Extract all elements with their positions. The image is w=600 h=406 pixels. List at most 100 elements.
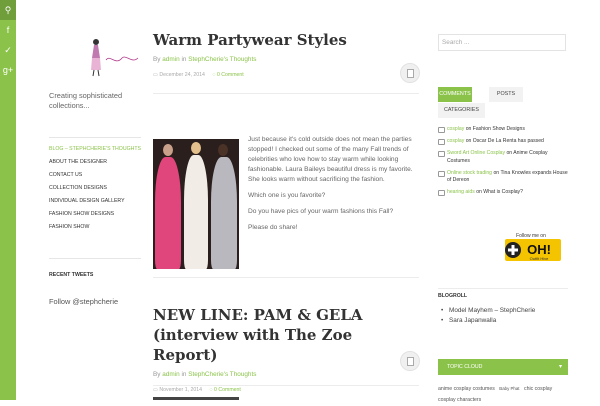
post-paragraph: Which one is you favorite? — [248, 192, 326, 199]
category-link[interactable]: StephCherie's Thoughts — [188, 56, 256, 63]
comment-bubble-icon — [438, 190, 445, 197]
comment-post-link[interactable]: What is Cosplay? — [483, 189, 523, 195]
post-card: Warm Partywear Styles By admin in StephC… — [153, 31, 420, 281]
calendar-icon: ▭ — [153, 387, 158, 393]
tag-cloud: anime cosplay costumes Baby Phat chic co… — [438, 383, 568, 406]
post-date: November 1, 2014 — [159, 387, 203, 393]
facebook-icon[interactable]: f — [0, 20, 16, 40]
comment-bubble-icon — [438, 139, 445, 146]
list-item: Sword Art Online Cosplay on Anime Cospla… — [438, 150, 568, 164]
comment-bubble-icon — [438, 170, 445, 177]
badge-logo-text: OH! — [527, 242, 551, 257]
nav-item-about[interactable]: ABOUT THE DESIGNER — [49, 159, 141, 166]
byline-by: By — [153, 371, 161, 378]
post-meta: ▭ December 24, 2014 ◌ 0 Comment — [153, 72, 419, 78]
divider — [438, 288, 568, 289]
byline-by: By — [153, 56, 161, 63]
recent-comments-list: cosplay on Fashion Show Designs cosplay … — [438, 126, 568, 201]
nav-item-contact[interactable]: CONTACT US — [49, 172, 141, 179]
list-item: cosplay on Oscar De La Renta has passed — [438, 138, 568, 146]
byline-in: in — [181, 371, 187, 378]
category-link[interactable]: StephCherie's Thoughts — [188, 371, 256, 378]
comment-count: 0 Comment — [216, 72, 244, 78]
social-rail: ⚲ f ✓ g+ — [0, 0, 16, 400]
post-byline: By admin in StephCherie's Thoughts — [153, 371, 419, 378]
chevron-down-icon: ▾ — [558, 364, 562, 370]
badge-sub-text: Outfit Hive — [530, 256, 549, 261]
calendar-icon: ▭ — [153, 72, 158, 78]
post-excerpt: Just because it's cold outside does not … — [248, 135, 418, 239]
on-label: on — [506, 150, 513, 157]
on-label: on — [465, 138, 472, 145]
post-paragraph: Do you have pics of your warm fashions t… — [248, 208, 394, 215]
post-title[interactable]: Warm Partywear Styles — [153, 31, 419, 50]
post-byline: By admin in StephCherie's Thoughts — [153, 56, 419, 63]
on-label: on — [465, 126, 472, 132]
nav-item-collection-designs[interactable]: COLLECTION DESIGNS — [49, 185, 141, 192]
tag-link[interactable]: chic cosplay — [524, 386, 552, 392]
post-format-icon — [400, 63, 420, 83]
tab-categories[interactable]: CATEGORIES — [438, 103, 485, 118]
divider — [153, 385, 419, 386]
tag-link[interactable]: cosplay characters — [438, 397, 481, 403]
follow-twitter-link[interactable]: Follow @stephcherie — [49, 297, 118, 306]
google-plus-icon[interactable]: g+ — [0, 60, 16, 80]
twitter-icon[interactable]: ✓ — [0, 40, 16, 60]
site-logo[interactable] — [80, 36, 140, 78]
topic-cloud-header[interactable]: TOPIC CLOUD ▾ — [438, 359, 568, 375]
divider — [153, 93, 419, 94]
comment-author-link[interactable]: hearing aids — [447, 189, 475, 195]
main-nav: BLOG – STEPHCHERIE'S THOUGHTS ABOUT THE … — [49, 146, 141, 237]
comment-bubble-icon — [438, 127, 445, 133]
comment-icon: ◌ — [212, 72, 216, 78]
post-image[interactable] — [153, 139, 239, 269]
blogroll-list: Model Mayhem – StephCherie Sara Japanwal… — [438, 306, 569, 326]
post-title[interactable]: NEW LINE: PAM & GELA (interview with The… — [153, 305, 419, 365]
comment-author-link[interactable]: cosplay — [447, 126, 464, 132]
outfit-hive-badge[interactable]: Follow me on OH! Outfit Hive — [491, 232, 571, 262]
site-tagline: Creating sophisticated collections... — [49, 91, 123, 110]
byline-in: in — [181, 56, 187, 63]
tag-link[interactable]: anime cosplay costumes — [438, 386, 495, 392]
list-item: hearing aids on What is Cosplay? — [438, 189, 568, 197]
topic-cloud-title: TOPIC CLOUD — [447, 364, 483, 370]
tab-posts[interactable]: POSTS — [489, 87, 523, 102]
comment-author-link[interactable]: Online stock trading — [447, 170, 492, 176]
comments-link[interactable]: ◌ 0 Comment — [210, 387, 241, 393]
comment-bubble-icon — [438, 151, 445, 158]
on-label: on — [476, 189, 482, 196]
author-link[interactable]: admin — [162, 371, 179, 378]
nav-item-fashion-show[interactable]: FASHION SHOW — [49, 224, 141, 231]
divider — [153, 277, 419, 278]
search-icon[interactable]: ⚲ — [0, 0, 16, 20]
list-item: cosplay on Fashion Show Designs — [438, 126, 568, 133]
divider — [49, 258, 141, 259]
badge-top-text: Follow me on — [516, 233, 546, 239]
on-label: on — [493, 169, 500, 176]
nav-item-design-gallery[interactable]: INDIVIDUAL DESIGN GALLERY — [49, 198, 141, 205]
post-paragraph: Just because it's cold outside does not … — [248, 136, 413, 183]
nav-item-fashion-show-designs[interactable]: FASHION SHOW DESIGNS — [49, 211, 141, 218]
recent-tweets-title: RECENT TWEETS — [49, 272, 94, 278]
comment-icon: ◌ — [209, 387, 213, 393]
comment-author-link[interactable]: Sword Art Online Cosplay — [447, 150, 505, 156]
tag-link[interactable]: Baby Phat — [499, 386, 519, 391]
post-meta: ▭ November 1, 2014 ◌ 0 Comment — [153, 387, 419, 393]
search-input[interactable]: Search ... — [438, 34, 566, 51]
divider — [49, 137, 141, 138]
post-date: December 24, 2014 — [159, 72, 205, 78]
blogroll-link[interactable]: Sara Japanwalla — [441, 316, 569, 326]
post-card: NEW LINE: PAM & GELA (interview with The… — [153, 305, 420, 400]
nav-item-blog[interactable]: BLOG – STEPHCHERIE'S THOUGHTS — [49, 146, 141, 153]
post-format-icon — [400, 351, 420, 371]
comment-author-link[interactable]: cosplay — [447, 138, 464, 144]
author-link[interactable]: admin — [162, 56, 179, 63]
comments-link[interactable]: ◌ 0 Comment — [212, 72, 243, 78]
tab-comments[interactable]: COMMENTS — [438, 87, 472, 102]
comment-post-link[interactable]: Fashion Show Designs — [473, 126, 525, 132]
list-item: Online stock trading on Tina Knowles exp… — [438, 170, 568, 184]
post-paragraph: Please do share! — [248, 224, 298, 231]
blogroll-link[interactable]: Model Mayhem – StephCherie — [441, 306, 569, 316]
comment-post-link[interactable]: Oscar De La Renta has passed — [473, 138, 544, 144]
blogroll-title: BLOGROLL — [438, 293, 468, 299]
